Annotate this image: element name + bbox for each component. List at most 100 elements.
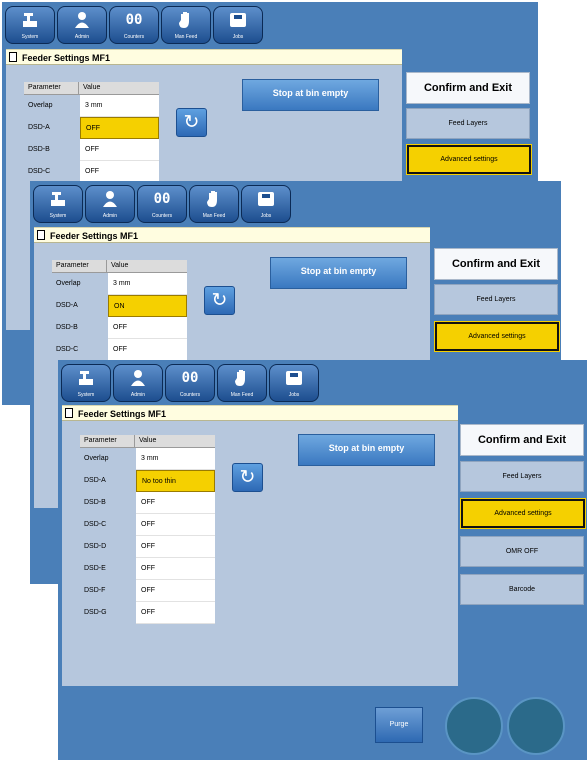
param-value[interactable]: OFF	[136, 558, 215, 580]
system-button[interactable]: System	[33, 185, 83, 223]
top-toolbar: System Admin 00 Counters Man Feed Jobs	[58, 360, 587, 404]
param-value[interactable]: OFF	[108, 317, 187, 339]
value-header: Value	[83, 84, 101, 91]
feed-layers-button[interactable]: Feed Layers	[406, 108, 530, 139]
counters-button[interactable]: 00 Counters	[165, 364, 215, 402]
counters-button[interactable]: 00 Counters	[109, 6, 159, 44]
param-name: DSD-G	[80, 602, 136, 624]
barcode-button[interactable]: Barcode	[460, 574, 584, 605]
round-button-left[interactable]	[445, 697, 503, 755]
param-name: DSD-B	[52, 317, 108, 339]
table-row[interactable]: DSD-B OFF	[52, 317, 187, 339]
man-feed-button[interactable]: Man Feed	[217, 364, 267, 402]
value-header: Value	[139, 437, 157, 444]
param-name: Overlap	[24, 95, 80, 117]
confirm-and-exit-button[interactable]: Confirm and Exit	[460, 424, 584, 456]
jobs-icon	[256, 189, 276, 209]
table-row[interactable]: DSD-A ON	[52, 295, 187, 317]
table-row[interactable]: DSD-D OFF	[80, 536, 215, 558]
jobs-icon	[284, 368, 304, 388]
refresh-button[interactable]: ↻	[204, 286, 235, 315]
table-row[interactable]: DSD-A No too thin	[80, 470, 215, 492]
refresh-button[interactable]: ↻	[176, 108, 207, 137]
man-feed-button[interactable]: Man Feed	[161, 6, 211, 44]
advanced-settings-button[interactable]: Advanced settings	[434, 321, 560, 352]
table-row[interactable]: DSD-C OFF	[52, 339, 187, 361]
man-feed-label: Man Feed	[202, 213, 226, 219]
admin-button[interactable]: Admin	[113, 364, 163, 402]
refresh-button[interactable]: ↻	[232, 463, 263, 492]
system-label: System	[21, 34, 39, 40]
jobs-button[interactable]: Jobs	[241, 185, 291, 223]
param-name: DSD-B	[80, 492, 136, 514]
table-row[interactable]: Overlap 3 mm	[52, 273, 187, 295]
param-name: DSD-F	[80, 580, 136, 602]
man-feed-button[interactable]: Man Feed	[189, 185, 239, 223]
admin-person-icon	[100, 189, 120, 209]
feed-layers-button[interactable]: Feed Layers	[434, 284, 558, 315]
table-row[interactable]: DSD-G OFF	[80, 602, 215, 624]
param-value-selected[interactable]: OFF	[80, 117, 159, 139]
param-value-selected[interactable]: ON	[108, 295, 187, 317]
param-value[interactable]: OFF	[136, 536, 215, 558]
param-value[interactable]: 3 mm	[80, 95, 159, 117]
param-value[interactable]: OFF	[136, 602, 215, 624]
top-toolbar: System Admin 00 Counters Man Feed Jobs	[30, 181, 561, 225]
system-icon	[20, 10, 40, 30]
content-area: Parameter Value Overlap 3 mm DSD-A No too t…	[62, 421, 458, 686]
omr-off-button[interactable]: OMR OFF	[460, 536, 584, 567]
system-label: System	[49, 213, 67, 219]
table-row[interactable]: DSD-B OFF	[80, 492, 215, 514]
admin-button[interactable]: Admin	[85, 185, 135, 223]
table-row[interactable]: Overlap 3 mm	[24, 95, 159, 117]
system-button[interactable]: System	[61, 364, 111, 402]
counters-button[interactable]: 00 Counters	[137, 185, 187, 223]
stop-at-bin-empty-button[interactable]: Stop at bin empty	[270, 257, 407, 289]
table-row[interactable]: DSD-B OFF	[24, 139, 159, 161]
jobs-label: Jobs	[232, 34, 244, 40]
parameter-table: Parameter Value Overlap 3 mm DSD-A OFF DSD-…	[24, 82, 159, 183]
table-row[interactable]: Overlap 3 mm	[80, 448, 215, 470]
param-value[interactable]: OFF	[136, 514, 215, 536]
param-value[interactable]: OFF	[108, 339, 187, 361]
param-value[interactable]: 3 mm	[108, 273, 187, 295]
refresh-icon: ↻	[183, 112, 200, 133]
counters-label: Counters	[123, 34, 145, 40]
parameter-table: Parameter Value Overlap 3 mm DSD-A ON DSD-B…	[52, 260, 187, 361]
table-row[interactable]: DSD-C OFF	[24, 161, 159, 183]
param-name: Overlap	[80, 448, 136, 470]
param-name: Overlap	[52, 273, 108, 295]
jobs-button[interactable]: Jobs	[213, 6, 263, 44]
counters-icon: 00	[125, 12, 143, 28]
advanced-settings-button[interactable]: Advanced settings	[460, 498, 586, 529]
table-row[interactable]: DSD-E OFF	[80, 558, 215, 580]
confirm-and-exit-button[interactable]: Confirm and Exit	[434, 248, 558, 280]
system-button[interactable]: System	[5, 6, 55, 44]
purge-button[interactable]: Purge	[375, 707, 423, 743]
parameter-table: Parameter Value Overlap 3 mm DSD-A No too t…	[80, 435, 215, 624]
table-row[interactable]: DSD-C OFF	[80, 514, 215, 536]
confirm-and-exit-button[interactable]: Confirm and Exit	[406, 72, 530, 104]
param-value[interactable]: OFF	[136, 492, 215, 514]
window-title: Feeder Settings MF1	[22, 53, 111, 63]
param-value[interactable]: OFF	[80, 139, 159, 161]
param-value-selected[interactable]: No too thin	[136, 470, 215, 492]
feed-layers-button[interactable]: Feed Layers	[460, 461, 584, 492]
admin-label: Admin	[102, 213, 118, 219]
feeder-settings-screen-3: System Admin 00 Counters Man Feed Jobs F…	[58, 360, 587, 760]
advanced-settings-button[interactable]: Advanced settings	[406, 144, 532, 175]
table-row[interactable]: DSD-F OFF	[80, 580, 215, 602]
param-name: DSD-E	[80, 558, 136, 580]
stop-at-bin-empty-button[interactable]: Stop at bin empty	[298, 434, 435, 466]
jobs-label: Jobs	[288, 392, 300, 398]
admin-button[interactable]: Admin	[57, 6, 107, 44]
round-button-right[interactable]	[507, 697, 565, 755]
param-value[interactable]: 3 mm	[136, 448, 215, 470]
param-value[interactable]: OFF	[80, 161, 159, 183]
stop-at-bin-empty-button[interactable]: Stop at bin empty	[242, 79, 379, 111]
document-icon	[37, 230, 45, 240]
jobs-button[interactable]: Jobs	[269, 364, 319, 402]
param-value[interactable]: OFF	[136, 580, 215, 602]
table-row[interactable]: DSD-A OFF	[24, 117, 159, 139]
hand-icon	[176, 10, 196, 30]
